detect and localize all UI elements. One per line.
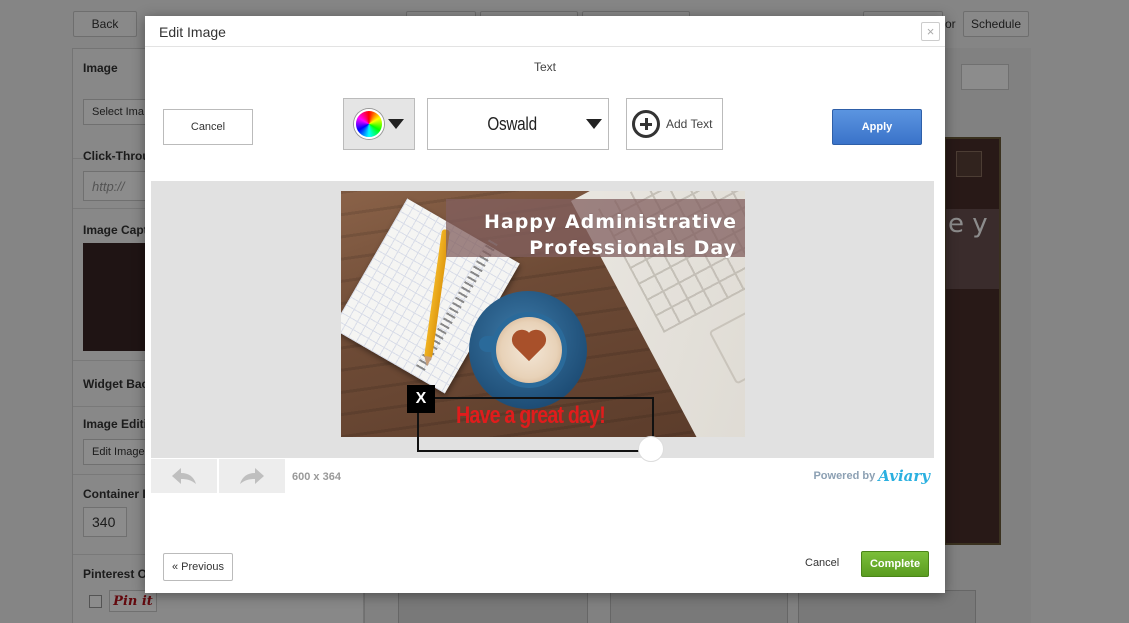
editor-toolbar: 600 x 364 Powered by Aviary [151,459,934,495]
redo-button[interactable] [219,459,286,493]
redo-icon [240,468,264,484]
modal-header: Edit Image × [145,16,945,47]
powered-by-label: Powered by [813,470,876,482]
cancel-tool-button[interactable]: Cancel [163,109,253,145]
dropdown-arrow-icon [586,119,602,129]
aviary-logo: Aviary [878,467,930,485]
tool-title: Text [533,60,556,74]
banner-overlay: Happy Administrative Professionals Day [446,199,745,259]
dropdown-arrow-icon [388,119,404,129]
banner-line-1: Happy Administrative [483,211,737,233]
add-circle-icon [632,110,660,138]
image-dimensions: 600 x 364 [292,471,341,483]
font-name: Oswald [487,113,537,134]
image-canvas[interactable]: Happy Administrative Professionals Day H… [151,181,934,462]
color-picker-button[interactable] [343,98,415,150]
complete-button[interactable]: Complete [861,551,929,577]
banner-line-2: Professionals Day [529,237,737,259]
edit-image-modal: Edit Image × Text Cancel Oswald Add Text… [145,16,945,593]
close-icon[interactable]: X [407,385,435,413]
cancel-link[interactable]: Cancel [805,557,839,569]
add-text-label: Add Text [666,117,713,131]
add-text-button[interactable]: Add Text [626,98,723,150]
color-wheel-icon [354,109,384,139]
apply-button[interactable]: Apply [832,109,922,145]
text-selection-box[interactable] [417,397,654,452]
powered-by: Powered by Aviary [813,467,930,485]
undo-icon [172,468,196,484]
font-select[interactable]: Oswald [427,98,609,150]
undo-button[interactable] [151,459,218,493]
close-icon[interactable]: × [921,22,940,41]
heart-latte-graphic [511,331,547,363]
previous-button[interactable]: « Previous [163,553,233,581]
modal-title: Edit Image [159,24,226,40]
